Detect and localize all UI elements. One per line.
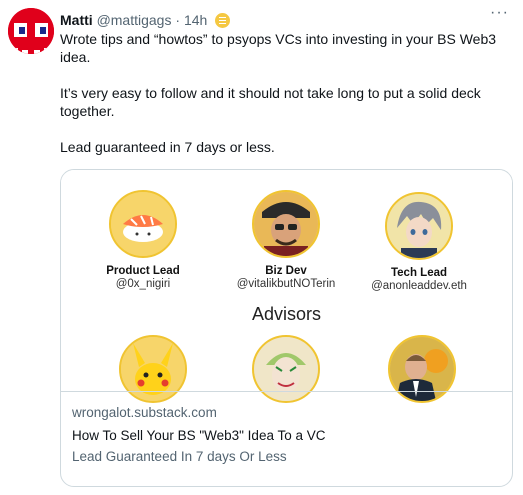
- team-member-tech-lead: Tech Lead @anonleaddev.eth: [349, 192, 489, 292]
- member-handle: @anonleaddev.eth: [371, 280, 467, 292]
- tweet-header: Matti @mattigags · 14h: [60, 11, 231, 29]
- ghost-avatar-icon: [8, 8, 54, 54]
- pirate-portrait-icon: [252, 190, 320, 258]
- header-separator: ·: [175, 12, 181, 28]
- tweet-paragraph: Lead guaranteed in 7 days or less.: [60, 139, 275, 155]
- member-role: Product Lead: [106, 265, 180, 277]
- member-role: Biz Dev: [265, 265, 307, 277]
- member-handle: @vitalikbutNOTerin: [236, 278, 336, 290]
- author-avatar[interactable]: [8, 8, 54, 54]
- anime-portrait-icon: [385, 192, 453, 260]
- author-handle[interactable]: @mattigags: [97, 12, 172, 28]
- card-meta: wrongalot.substack.com How To Sell Your …: [61, 391, 512, 486]
- card-description: Lead Guaranteed In 7 days Or Less: [72, 449, 287, 464]
- tweet-time[interactable]: 14h: [184, 12, 207, 28]
- emoji-menu-icon: [215, 13, 231, 28]
- tweet-paragraph: It’s very easy to follow and it should n…: [60, 85, 481, 119]
- team-member-product-lead: Product Lead @0x_nigiri: [73, 190, 213, 290]
- author-name[interactable]: Matti: [60, 12, 93, 28]
- card-image: Product Lead @0x_nigiri Biz Dev @vitalik…: [61, 170, 512, 403]
- link-preview-card[interactable]: Product Lead @0x_nigiri Biz Dev @vitalik…: [60, 169, 513, 487]
- member-handle: @0x_nigiri: [115, 278, 171, 290]
- advisors-heading: Advisors: [251, 304, 322, 324]
- card-title: How To Sell Your BS "Web3" Idea To a VC: [72, 428, 326, 443]
- team-member-biz-dev: Biz Dev @vitalikbutNOTerin: [216, 190, 356, 290]
- tweet-text: Wrote tips and “howtos” to psyops VCs in…: [60, 30, 510, 156]
- more-dots-icon[interactable]: ···: [490, 4, 509, 22]
- member-role: Tech Lead: [390, 267, 448, 279]
- card-domain: wrongalot.substack.com: [72, 405, 217, 420]
- sushi-portrait-icon: [109, 190, 177, 258]
- tweet-paragraph: Wrote tips and “howtos” to psyops VCs in…: [60, 31, 497, 65]
